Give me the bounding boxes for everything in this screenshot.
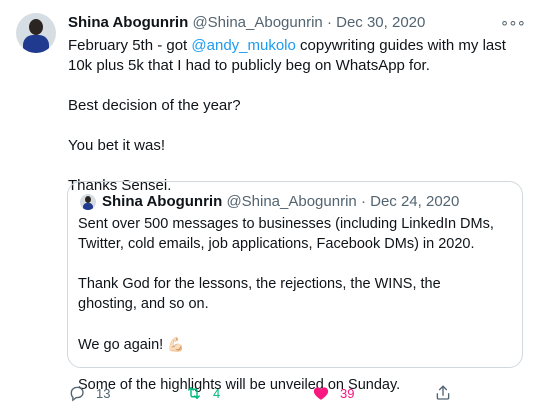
- quoted-paragraph-3: We go again! 💪🏻: [78, 334, 498, 355]
- quoted-author-handle: @Shina_Abogunrin: [226, 193, 357, 210]
- tweet-paragraph-3: You bet it was!: [68, 137, 166, 154]
- author-name[interactable]: Shina Abogunrin: [68, 14, 188, 31]
- quoted-date: Dec 24, 2020: [370, 193, 460, 210]
- quoted-avatar: [80, 194, 96, 210]
- avatar-head: [29, 19, 43, 35]
- quoted-paragraph-1: Sent over 500 messages to businesses (in…: [78, 216, 494, 252]
- tweet-paragraph-1: February 5th - got @andy_mukolo copywrit…: [68, 36, 524, 76]
- avatar-head: [85, 196, 91, 203]
- text-segment: February 5th - got: [68, 37, 192, 54]
- retweet-count: 4: [213, 385, 221, 401]
- quoted-paragraph-2: Thank God for the lessons, the rejection…: [78, 276, 441, 312]
- like-count: 39: [340, 385, 355, 401]
- author-handle[interactable]: @Shina_Abogunrin: [192, 14, 322, 31]
- more-icon[interactable]: ∘∘∘: [500, 14, 526, 32]
- reply-icon: [70, 386, 84, 402]
- separator-dot: ·: [326, 14, 332, 31]
- mention-link[interactable]: @andy_mukolo: [191, 37, 295, 54]
- retweet-icon: [188, 387, 200, 399]
- tweet-paragraph-2: Best decision of the year?: [68, 97, 241, 114]
- avatar-body: [23, 35, 49, 53]
- reply-button[interactable]: 13: [68, 383, 110, 403]
- reply-count: 13: [96, 385, 111, 401]
- action-bar: 13 4 39: [68, 383, 528, 403]
- share-icon: [436, 385, 450, 400]
- separator-dot: ·: [360, 193, 366, 210]
- quoted-header: Shina Abogunrin @Shina_Abogunrin · Dec 2…: [102, 193, 459, 210]
- avatar-body: [83, 203, 93, 210]
- quoted-author-name: Shina Abogunrin: [102, 193, 223, 210]
- quoted-tweet[interactable]: Shina Abogunrin @Shina_Abogunrin · Dec 2…: [67, 181, 523, 393]
- flexed-biceps-emoji: 💪🏻: [167, 336, 185, 352]
- like-button[interactable]: 39: [312, 383, 354, 403]
- tweet-header: Shina Abogunrin @Shina_Abogunrin · Dec 3…: [68, 14, 531, 36]
- retweet-button[interactable]: 4: [185, 383, 220, 403]
- avatar[interactable]: [16, 13, 56, 53]
- tweet-date[interactable]: Dec 30, 2020: [336, 14, 425, 31]
- text-segment: We go again!: [78, 337, 168, 353]
- share-button[interactable]: [434, 383, 452, 403]
- tweet[interactable]: Shina Abogunrin @Shina_Abogunrin · Dec 3…: [0, 0, 547, 411]
- heart-icon: [313, 387, 329, 400]
